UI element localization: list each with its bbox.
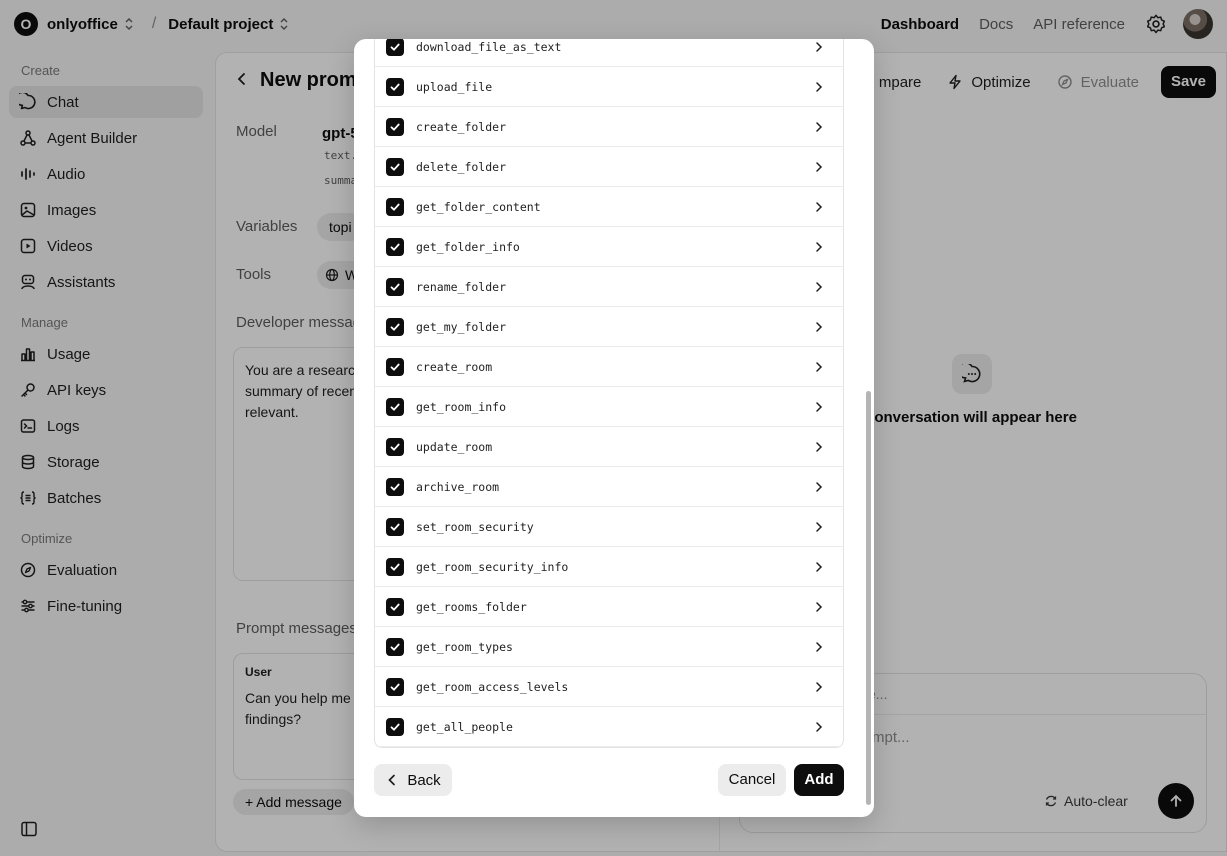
modal-scrollbar-thumb[interactable] bbox=[866, 391, 871, 805]
checkmark-icon bbox=[390, 403, 400, 411]
tool-name: get_folder_content bbox=[416, 199, 541, 214]
tool-row[interactable]: set_room_security bbox=[375, 507, 843, 547]
checkmark-icon bbox=[390, 203, 400, 211]
tool-row[interactable]: get_room_security_info bbox=[375, 547, 843, 587]
chevron-right-icon[interactable] bbox=[813, 41, 825, 53]
tool-row[interactable]: get_all_people bbox=[375, 707, 843, 747]
checkmark-icon bbox=[390, 443, 400, 451]
checkmark-icon bbox=[390, 163, 400, 171]
chevron-right-icon[interactable] bbox=[813, 361, 825, 373]
tool-name: set_room_security bbox=[416, 519, 534, 534]
tool-name: delete_folder bbox=[416, 159, 507, 174]
tool-name: get_folder_info bbox=[416, 239, 520, 254]
tool-name: get_room_access_levels bbox=[416, 679, 569, 694]
add-button[interactable]: Add bbox=[794, 764, 844, 796]
checkmark-icon bbox=[390, 323, 400, 331]
chevron-right-icon[interactable] bbox=[813, 401, 825, 413]
checkmark-icon bbox=[390, 123, 400, 131]
chevron-right-icon[interactable] bbox=[813, 641, 825, 653]
tool-row[interactable]: get_my_folder bbox=[375, 307, 843, 347]
chevron-right-icon[interactable] bbox=[813, 721, 825, 733]
tool-checkbox[interactable] bbox=[386, 477, 404, 496]
tool-row[interactable]: get_room_info bbox=[375, 387, 843, 427]
tool-row[interactable]: create_room bbox=[375, 347, 843, 387]
tool-row[interactable]: update_room bbox=[375, 427, 843, 467]
checkmark-icon bbox=[390, 603, 400, 611]
checkmark-icon bbox=[390, 363, 400, 371]
checkmark-icon bbox=[390, 483, 400, 491]
back-button[interactable]: Back bbox=[374, 764, 452, 796]
tool-checkbox[interactable] bbox=[386, 39, 404, 56]
tool-checkbox[interactable] bbox=[386, 157, 404, 176]
chevron-right-icon[interactable] bbox=[813, 81, 825, 93]
tool-row[interactable]: download_file_as_text bbox=[375, 39, 843, 67]
checkmark-icon bbox=[390, 723, 400, 731]
tool-checkbox[interactable] bbox=[386, 277, 404, 296]
tool-name: get_room_types bbox=[416, 639, 513, 654]
tool-name: update_room bbox=[416, 439, 493, 454]
tool-row[interactable]: get_folder_content bbox=[375, 187, 843, 227]
checkmark-icon bbox=[390, 683, 400, 691]
tool-row[interactable]: get_room_types bbox=[375, 627, 843, 667]
checkmark-icon bbox=[390, 643, 400, 651]
chevron-right-icon[interactable] bbox=[813, 201, 825, 213]
tool-name: get_room_info bbox=[416, 399, 507, 414]
tool-checkbox[interactable] bbox=[386, 637, 404, 656]
tool-checkbox[interactable] bbox=[386, 117, 404, 136]
tool-checkbox[interactable] bbox=[386, 437, 404, 456]
tool-checkbox[interactable] bbox=[386, 357, 404, 376]
tool-checkbox[interactable] bbox=[386, 677, 404, 696]
tools-modal: download_file_as_text upload_file create_f… bbox=[354, 39, 874, 817]
tool-name: get_all_people bbox=[416, 719, 513, 734]
tool-row[interactable]: rename_folder bbox=[375, 267, 843, 307]
tool-row[interactable]: delete_folder bbox=[375, 147, 843, 187]
tool-name: create_folder bbox=[416, 119, 507, 134]
chevron-right-icon[interactable] bbox=[813, 161, 825, 173]
tool-row[interactable]: get_rooms_folder bbox=[375, 587, 843, 627]
tool-name: archive_room bbox=[416, 479, 500, 494]
chevron-right-icon[interactable] bbox=[813, 241, 825, 253]
tool-name: upload_file bbox=[416, 79, 493, 94]
checkmark-icon bbox=[390, 283, 400, 291]
tool-name: create_room bbox=[416, 359, 493, 374]
chevron-right-icon[interactable] bbox=[813, 281, 825, 293]
chevron-right-icon[interactable] bbox=[813, 441, 825, 453]
chevron-left-icon bbox=[388, 774, 396, 786]
tools-list: download_file_as_text upload_file create_f… bbox=[374, 39, 844, 748]
chevron-right-icon[interactable] bbox=[813, 601, 825, 613]
tool-name: download_file_as_text bbox=[416, 39, 562, 54]
tool-row[interactable]: archive_room bbox=[375, 467, 843, 507]
tool-row[interactable]: get_room_access_levels bbox=[375, 667, 843, 707]
tool-checkbox[interactable] bbox=[386, 717, 404, 736]
checkmark-icon bbox=[390, 523, 400, 531]
tool-name: get_my_folder bbox=[416, 319, 507, 334]
tool-row[interactable]: get_folder_info bbox=[375, 227, 843, 267]
tool-checkbox[interactable] bbox=[386, 597, 404, 616]
chevron-right-icon[interactable] bbox=[813, 561, 825, 573]
chevron-right-icon[interactable] bbox=[813, 681, 825, 693]
checkmark-icon bbox=[390, 83, 400, 91]
tool-row[interactable]: upload_file bbox=[375, 67, 843, 107]
chevron-right-icon[interactable] bbox=[813, 481, 825, 493]
tool-checkbox[interactable] bbox=[386, 197, 404, 216]
checkmark-icon bbox=[390, 563, 400, 571]
checkmark-icon bbox=[390, 43, 400, 51]
tool-name: get_room_security_info bbox=[416, 559, 569, 574]
chevron-right-icon[interactable] bbox=[813, 521, 825, 533]
tool-checkbox[interactable] bbox=[386, 237, 404, 256]
back-label: Back bbox=[407, 771, 441, 789]
tool-checkbox[interactable] bbox=[386, 557, 404, 576]
tool-checkbox[interactable] bbox=[386, 517, 404, 536]
chevron-right-icon[interactable] bbox=[813, 121, 825, 133]
tool-row[interactable]: create_folder bbox=[375, 107, 843, 147]
tool-checkbox[interactable] bbox=[386, 77, 404, 96]
checkmark-icon bbox=[390, 243, 400, 251]
chevron-right-icon[interactable] bbox=[813, 321, 825, 333]
tool-name: rename_folder bbox=[416, 279, 507, 294]
tool-name: get_rooms_folder bbox=[416, 599, 527, 614]
tool-checkbox[interactable] bbox=[386, 397, 404, 416]
tool-checkbox[interactable] bbox=[386, 317, 404, 336]
cancel-button[interactable]: Cancel bbox=[718, 764, 786, 796]
